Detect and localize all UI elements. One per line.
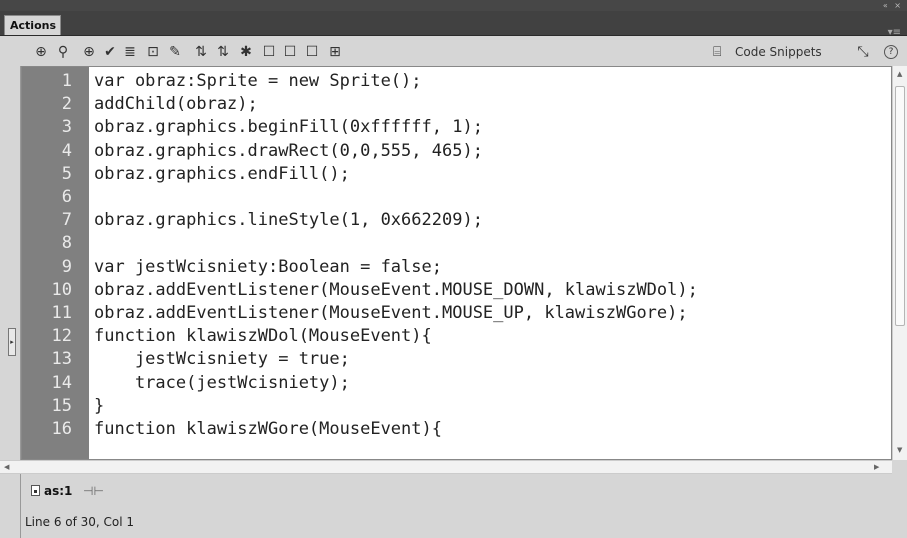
line-number: 8	[61, 233, 72, 254]
line-number: 11	[51, 303, 72, 323]
apply-block-comment-icon[interactable]: ☐	[261, 44, 277, 60]
code-text[interactable]: function klawiszWDol(MouseEvent){	[94, 326, 432, 347]
remove-comment-icon[interactable]: ☐	[304, 44, 320, 60]
code-line[interactable]: 4 obraz.graphics.drawRect(0,0,555, 465);	[22, 140, 891, 162]
horizontal-scrollbar[interactable]: ◀ ▶	[0, 460, 892, 474]
script-file-icon	[31, 485, 40, 496]
code-snippets-button[interactable]: Code Snippets	[735, 45, 822, 59]
check-syntax-icon[interactable]: ✔	[102, 44, 118, 60]
code-text[interactable]: jestWcisniety = true;	[94, 349, 350, 370]
scroll-down-arrow-icon[interactable]: ▼	[897, 446, 902, 454]
wizard-wand-icon[interactable]: ⤡	[855, 44, 871, 60]
vertical-scroll-thumb[interactable]	[895, 86, 905, 326]
line-number: 4	[61, 140, 72, 161]
code-line[interactable]: 13 jestWcisniety = true;	[22, 349, 891, 370]
line-number: 16	[51, 419, 72, 439]
panel-tab-row: Actions ▾≡	[0, 11, 907, 38]
collapse-between-braces-icon[interactable]: ⇅	[193, 44, 209, 60]
vertical-scrollbar[interactable]: ▲ ▼	[892, 66, 907, 460]
apply-line-comment-icon[interactable]: ☐	[282, 44, 298, 60]
code-text[interactable]: obraz.addEventListener(MouseEvent.MOUSE_…	[94, 303, 688, 324]
scroll-up-arrow-icon[interactable]: ▲	[897, 70, 902, 78]
code-line[interactable]: 14 trace(jestWcisniety);	[22, 372, 891, 394]
code-text[interactable]: obraz.graphics.lineStyle(1, 0x662209);	[94, 210, 483, 231]
panel-collapse-close-controls[interactable]: « ×	[883, 0, 903, 11]
code-line[interactable]: 8	[22, 233, 891, 254]
line-number: 7	[61, 210, 72, 231]
code-text[interactable]: }	[94, 396, 104, 417]
line-number: 3	[61, 117, 72, 138]
code-text[interactable]: addChild(obraz);	[94, 94, 258, 115]
script-tab-label: as:1	[44, 484, 73, 498]
line-number: 5	[61, 163, 72, 184]
insert-target-path-icon[interactable]: ⊕	[81, 44, 97, 60]
code-line[interactable]: 12 function klawiszWDol(MouseEvent){	[22, 326, 891, 347]
code-line[interactable]: 2 addChild(obraz);	[22, 94, 891, 115]
line-number: 2	[61, 94, 72, 115]
code-text[interactable]: var obraz:Sprite = new Sprite();	[94, 71, 422, 92]
code-text[interactable]: var jestWcisniety:Boolean = false;	[94, 257, 442, 278]
help-icon[interactable]: ?	[884, 45, 898, 59]
scroll-right-arrow-icon[interactable]: ▶	[874, 463, 879, 471]
line-number: 10	[51, 279, 72, 300]
line-number: 9	[61, 256, 72, 277]
code-line[interactable]: 5 obraz.graphics.endFill();	[22, 163, 891, 185]
line-number: 1	[61, 71, 72, 91]
code-snippets-icon[interactable]: ⌸	[713, 44, 721, 60]
debug-options-icon[interactable]: ✎	[167, 44, 183, 60]
show-hide-toolbox-icon[interactable]: ⊞	[327, 44, 343, 60]
line-number: 15	[51, 395, 72, 416]
line-number: 14	[51, 372, 72, 393]
actions-toolbar: ⊕ ⚲ ⊕ ✔ ≣ ⊡ ✎ ⇅ ⇅ ✱ ☐ ☐ ☐ ⊞ ⌸ Code Snippets ⤡ ?	[0, 36, 907, 66]
code-editor[interactable]: 1 var obraz:Sprite = new Sprite(); 2 addChi…	[21, 66, 892, 460]
script-tab-as1[interactable]: as:1	[31, 481, 72, 501]
code-text[interactable]: obraz.addEventListener(MouseEvent.MOUSE_…	[94, 280, 698, 301]
code-line[interactable]: 16 function klawiszWGore(MouseEvent){	[22, 419, 891, 440]
code-line[interactable]: 1 var obraz:Sprite = new Sprite();	[22, 71, 891, 92]
code-line[interactable]: 15}	[22, 395, 891, 417]
scroll-left-arrow-icon[interactable]: ◀	[4, 463, 9, 471]
script-tabs: as:1 ⊣⊢	[21, 474, 907, 508]
tab-actions[interactable]: Actions	[4, 15, 61, 35]
code-line[interactable]: 7 obraz.graphics.lineStyle(1, 0x662209);	[22, 210, 891, 231]
line-number: 6	[61, 187, 72, 207]
collapse-selection-icon[interactable]: ⇅	[215, 44, 231, 60]
expand-all-icon[interactable]: ✱	[238, 44, 254, 60]
find-icon[interactable]: ⚲	[55, 44, 71, 60]
code-text[interactable]: obraz.graphics.endFill();	[94, 164, 350, 185]
show-code-hint-icon[interactable]: ⊡	[145, 44, 161, 60]
code-line[interactable]: 3 obraz.graphics.beginFill(0xffffff, 1);	[22, 117, 891, 138]
auto-format-icon[interactable]: ≣	[122, 44, 138, 60]
code-text[interactable]: function klawiszWGore(MouseEvent){	[94, 419, 442, 440]
code-line[interactable]: 9 var jestWcisniety:Boolean = false;	[22, 256, 891, 278]
code-text[interactable]: obraz.graphics.beginFill(0xffffff, 1);	[94, 117, 483, 138]
code-line[interactable]: 11 obraz.addEventListener(MouseEvent.MOUS…	[22, 303, 891, 324]
line-number: 12	[51, 326, 72, 347]
panel-top-strip: « ×	[0, 0, 907, 11]
code-text[interactable]: obraz.graphics.drawRect(0,0,555, 465);	[94, 141, 483, 162]
status-bar: Line 6 of 30, Col 1	[25, 515, 135, 529]
line-number: 13	[51, 349, 72, 370]
pin-script-icon[interactable]: ⊣⊢	[83, 481, 104, 501]
expand-navigator-handle[interactable]: ▸	[8, 328, 16, 356]
code-line[interactable]: 6	[22, 187, 891, 208]
add-statement-icon[interactable]: ⊕	[33, 44, 49, 60]
code-text[interactable]: trace(jestWcisniety);	[94, 373, 350, 394]
code-line[interactable]: 10 obraz.addEventListener(MouseEvent.MOUS…	[22, 279, 891, 301]
